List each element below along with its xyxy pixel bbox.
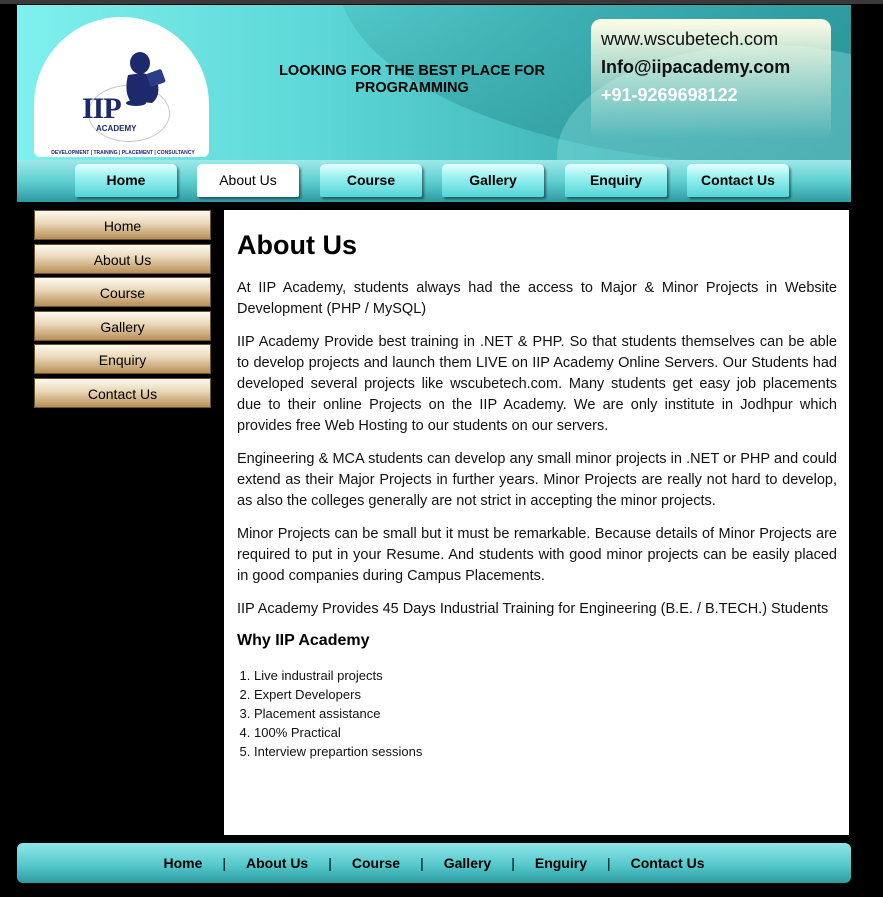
contact-phone: +91-9269698122	[601, 85, 738, 105]
footer-link-contact-us[interactable]: Contact Us	[631, 855, 705, 871]
logo-tagline: DEVELOPMENT | TRAINING | PLACEMENT | CON…	[51, 150, 195, 156]
top-navigation: Home About Us Course Gallery Enquiry Con…	[17, 160, 851, 202]
topnav-about-us[interactable]: About Us	[197, 164, 299, 197]
why-heading: Why IIP Academy	[237, 632, 370, 649]
footer-separator: |	[511, 855, 515, 871]
footer-navigation: Home | About Us | Course | Gallery | Enguiry | Con…	[17, 843, 851, 883]
list-item: Interview prepartion sessions	[254, 742, 837, 761]
logo-name: IIP	[82, 92, 122, 125]
content-paragraph: IIP Academy Provides 45 Days Industrial …	[237, 601, 829, 617]
topnav-gallery[interactable]: Gallery	[442, 164, 544, 197]
contact-website[interactable]: www.wscubetech.com	[601, 29, 778, 50]
sidebar-menu: Home About Us Course Gallery Enquiry Con…	[34, 210, 211, 411]
site-header: IIP ACADEMY DEVELOPMENT | TRAINING | PLA…	[17, 5, 851, 160]
sidebar-item-enquiry[interactable]: Enquiry	[34, 344, 211, 374]
topnav-home[interactable]: Home	[75, 164, 177, 197]
footer-link-home[interactable]: Home	[163, 855, 202, 871]
site-logo[interactable]: IIP ACADEMY DEVELOPMENT | TRAINING | PLA…	[34, 17, 209, 157]
content-paragraph: At IIP Academy, students always had the …	[237, 280, 837, 317]
list-item: Live industrail projects	[254, 666, 837, 685]
list-item: 100% Practical	[254, 723, 837, 742]
content-paragraph: Minor Projects can be small but it must …	[237, 526, 837, 584]
why-list: Live industrail projects Expert Develope…	[237, 666, 837, 761]
content-paragraph: Engineering & MCA students can develop a…	[237, 451, 837, 509]
footer-link-about-us[interactable]: About Us	[246, 855, 308, 871]
contact-email[interactable]: Info@iipacademy.com	[601, 57, 790, 78]
top-strip	[0, 0, 883, 4]
reading-child-icon	[126, 52, 166, 106]
list-item: Placement assistance	[254, 704, 837, 723]
footer-link-enquiry[interactable]: Enguiry	[535, 855, 587, 871]
page-title: About Us	[237, 230, 357, 260]
logo-subtitle: ACADEMY	[96, 124, 137, 133]
sidebar-item-gallery[interactable]: Gallery	[34, 310, 211, 341]
topnav-course[interactable]: Course	[320, 164, 422, 197]
footer-separator: |	[606, 855, 611, 871]
sidebar-item-course[interactable]: Course	[34, 277, 211, 307]
footer-link-course[interactable]: Course	[352, 855, 400, 871]
footer-separator: |	[420, 855, 424, 871]
footer-link-gallery[interactable]: Gallery	[444, 855, 491, 871]
footer-separator: |	[222, 855, 226, 871]
topnav-contact-us[interactable]: Contact Us	[687, 164, 789, 197]
sidebar-item-home[interactable]: Home	[34, 210, 211, 240]
content-paragraph: IIP Academy Provide best training in .NE…	[237, 334, 837, 434]
sidebar-item-contact-us[interactable]: Contact Us	[34, 377, 211, 408]
footer-separator: |	[328, 855, 332, 871]
sidebar-item-about-us[interactable]: About Us	[34, 243, 211, 274]
header-tagline: LOOKING FOR THE BEST PLACE FOR PROGRAMMI…	[279, 63, 545, 96]
topnav-enquiry[interactable]: Enquiry	[565, 164, 667, 197]
list-item: Expert Developers	[254, 685, 837, 704]
main-content: About Us At IIP Academy, students always…	[224, 210, 849, 835]
